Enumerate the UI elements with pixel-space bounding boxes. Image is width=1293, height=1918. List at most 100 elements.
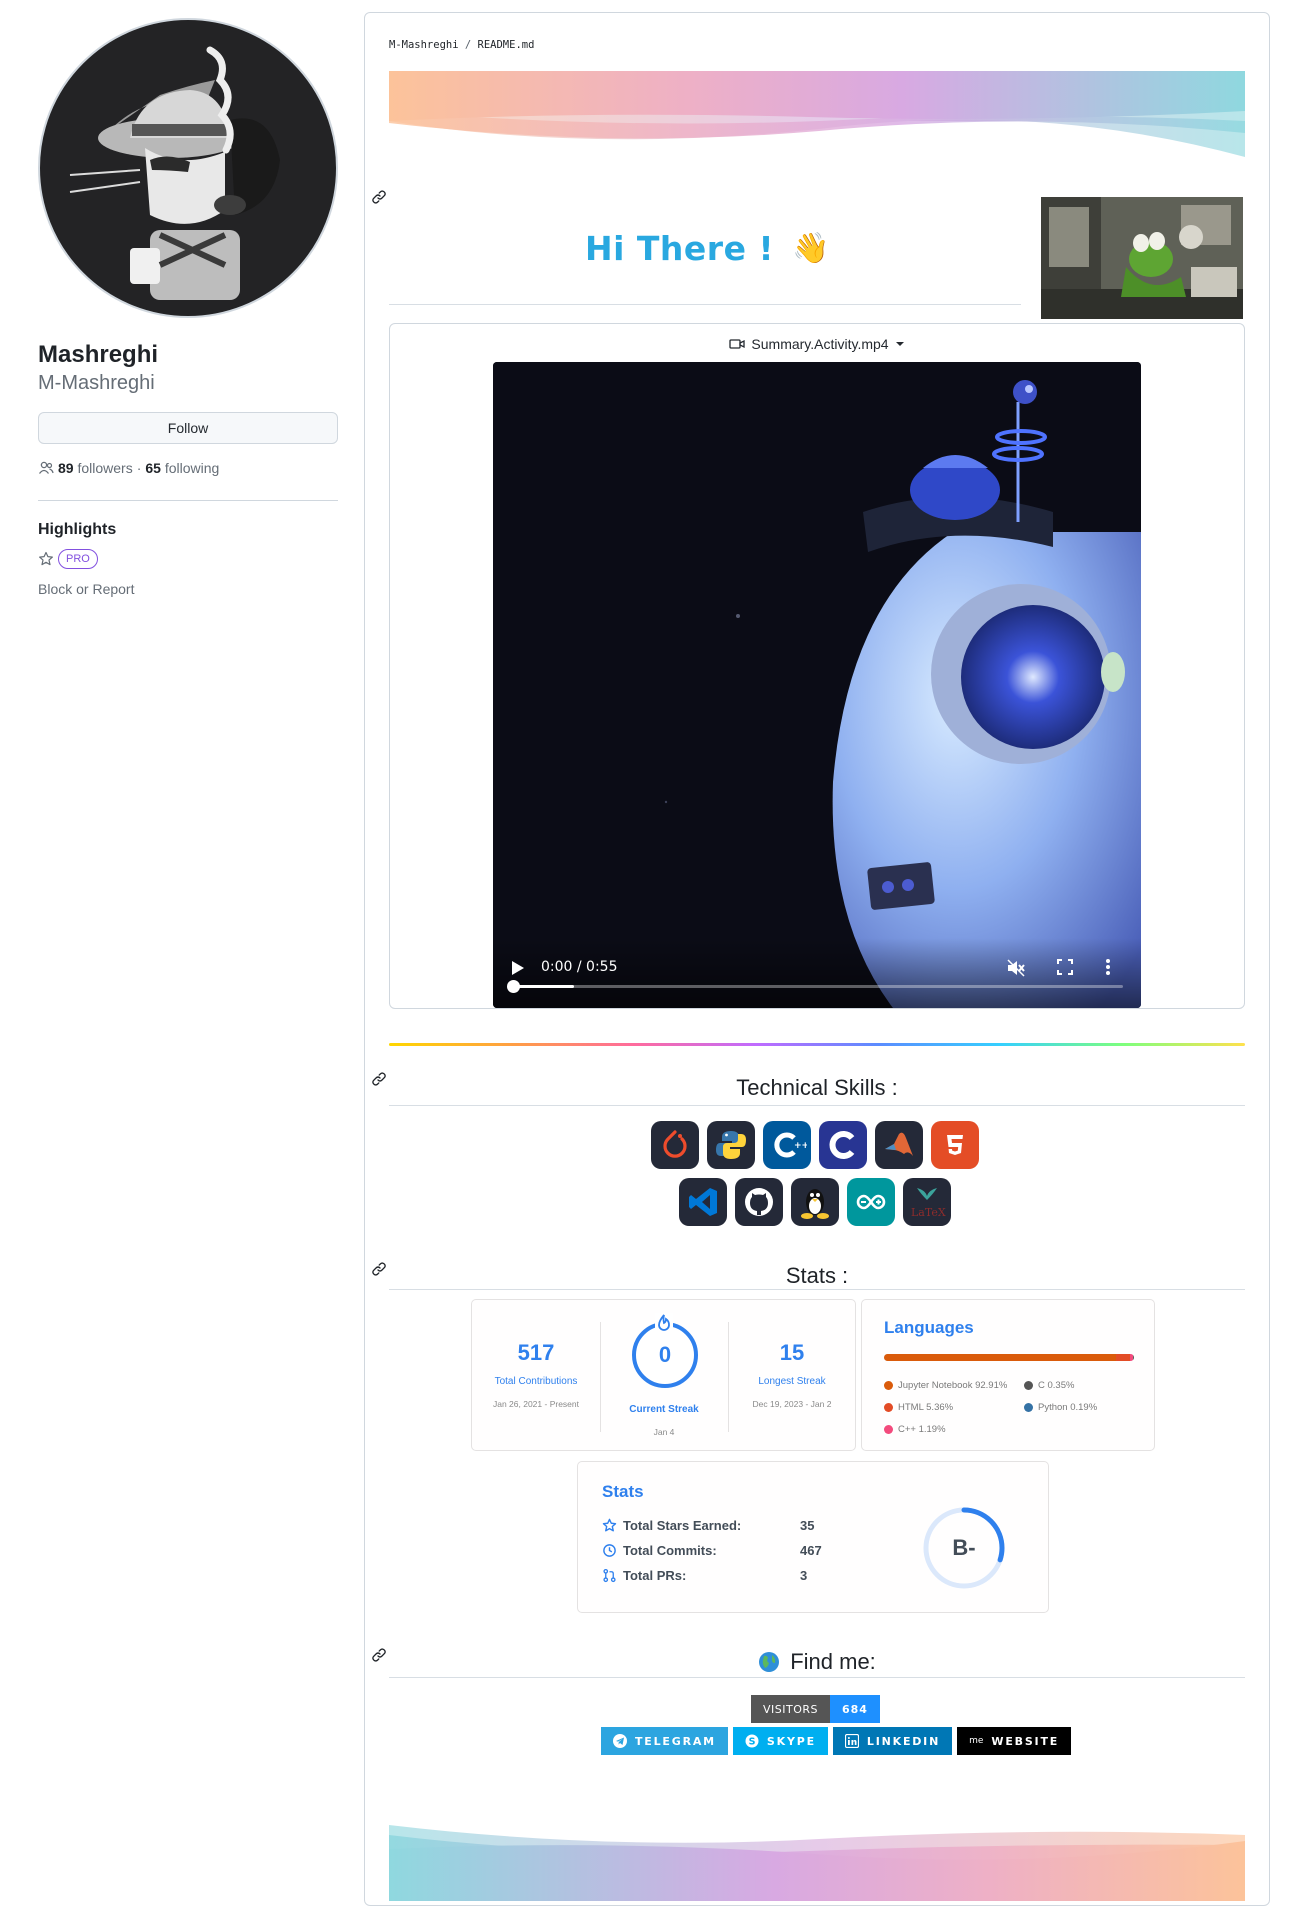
followers-link[interactable]: 89 followers: [58, 460, 133, 476]
linkedin-icon: [844, 1734, 859, 1748]
current-streak-range: Jan 4: [653, 1427, 675, 1437]
longest-streak-col: 15 Longest Streak Dec 19, 2023 - Jan 2: [728, 1300, 856, 1452]
skype-badge[interactable]: S SKYPE: [732, 1727, 828, 1755]
social-links: TELEGRAM S SKYPE LINKEDIN me WEBSITE: [601, 1727, 1072, 1755]
language-item: C++ 1.19%: [884, 1424, 946, 1435]
skype-icon: S: [745, 1734, 759, 1748]
pull-request-icon: [603, 1568, 616, 1583]
languages-title: Languages: [884, 1318, 974, 1337]
breadcrumb: M-Mashreghi / README.md: [389, 39, 534, 51]
block-report-link[interactable]: Block or Report: [38, 581, 340, 597]
avatar[interactable]: [38, 18, 338, 318]
language-label: C 0.35%: [1038, 1380, 1075, 1391]
fullscreen-icon[interactable]: [1057, 959, 1073, 975]
findme-underline: [389, 1677, 1245, 1678]
findme-text: Find me:: [790, 1649, 876, 1674]
language-bar-segment: [884, 1354, 1117, 1361]
play-icon[interactable]: [511, 960, 525, 976]
video-scrubber-handle[interactable]: [507, 980, 520, 993]
commits-label: Total Commits:: [623, 1543, 717, 1558]
longest-streak-value: 15: [779, 1340, 805, 1365]
skype-label: SKYPE: [766, 1734, 816, 1748]
following-link[interactable]: 65 following: [145, 460, 219, 476]
link-icon[interactable]: [371, 1261, 387, 1277]
language-label: Jupyter Notebook 92.91%: [898, 1380, 1008, 1391]
arduino-icon[interactable]: [847, 1178, 895, 1226]
chevron-down-icon: [895, 342, 904, 346]
video-player[interactable]: 0:00 / 0:55: [493, 362, 1141, 1008]
linux-icon[interactable]: [791, 1178, 839, 1226]
globe-icon: [759, 1652, 780, 1672]
svg-text:++: ++: [794, 1141, 807, 1151]
skills-icon-grid: ++ LaTeX: [645, 1121, 985, 1235]
highlights-title: Highlights: [38, 521, 117, 538]
language-dot: [1024, 1403, 1033, 1412]
python-icon[interactable]: [707, 1121, 755, 1169]
telegram-badge[interactable]: TELEGRAM: [601, 1727, 728, 1755]
link-icon[interactable]: [371, 189, 387, 205]
stat-row-stars: Total Stars Earned: 35: [602, 1518, 814, 1533]
svg-text:LaTeX: LaTeX: [911, 1206, 946, 1219]
people-icon: [38, 461, 54, 474]
telegram-icon: [613, 1734, 627, 1748]
skills-underline: [389, 1105, 1245, 1106]
follow-separator: ·: [136, 460, 142, 476]
stars-value: 35: [800, 1518, 815, 1533]
pro-badge: PRO: [58, 549, 98, 569]
breadcrumb-file[interactable]: README.md: [478, 39, 535, 51]
current-streak-col: 0 Current Streak Jan 4: [600, 1300, 728, 1452]
svg-text:S: S: [749, 1737, 758, 1748]
matlab-icon[interactable]: [875, 1121, 923, 1169]
visitors-count: 684: [830, 1695, 880, 1723]
video-player-box: Summary.Activity.mp4 0:00 / 0:55: [389, 323, 1245, 1009]
history-icon: [603, 1544, 616, 1557]
latex-icon[interactable]: LaTeX: [903, 1178, 951, 1226]
fire-icon: [655, 1313, 673, 1333]
language-dot: [884, 1381, 893, 1390]
profile-login: M-Mashreghi: [38, 372, 155, 394]
html5-icon[interactable]: [931, 1121, 979, 1169]
star-icon: [39, 551, 53, 566]
language-dot: [884, 1403, 893, 1412]
waving-hand-icon: 👋: [792, 231, 830, 266]
mute-icon[interactable]: [1006, 958, 1026, 978]
video-progress-bar[interactable]: [507, 980, 1123, 993]
language-item: HTML 5.36%: [884, 1402, 953, 1413]
link-icon[interactable]: [371, 1647, 387, 1663]
total-contributions-value: 517: [517, 1340, 555, 1365]
vscode-icon[interactable]: [679, 1178, 727, 1226]
top-languages-card[interactable]: Languages Jupyter Notebook 92.91% HTML 5…: [861, 1299, 1155, 1451]
linkedin-badge[interactable]: LINKEDIN: [832, 1727, 953, 1755]
current-streak-value: 0: [658, 1342, 672, 1367]
header-wave-banner: [389, 71, 1245, 157]
prs-value: 3: [800, 1568, 808, 1583]
video-file-selector[interactable]: Summary.Activity.mp4: [390, 336, 1244, 352]
stats-heading: Stats :: [785, 1263, 849, 1288]
readme-panel: M-Mashreghi / README.md Hi There ! 👋 Sum…: [364, 12, 1270, 1906]
total-contributions-range: Jan 26, 2021 - Present: [492, 1399, 579, 1409]
video-progress-fill: [513, 985, 574, 988]
total-contributions-label: Total Contributions: [494, 1376, 578, 1387]
link-icon[interactable]: [371, 1071, 387, 1087]
breadcrumb-owner[interactable]: M-Mashreghi: [389, 39, 459, 51]
language-item: Python 0.19%: [1024, 1402, 1097, 1413]
visitors-badge: VISITORS 684: [751, 1695, 880, 1723]
footer-wave-banner: [389, 1825, 1245, 1901]
followers-count: 89: [58, 460, 74, 476]
c-language-icon[interactable]: [819, 1121, 867, 1169]
website-me-logo: me: [969, 1736, 984, 1746]
more-options-icon[interactable]: [1105, 958, 1111, 976]
longest-streak-label: Longest Streak: [758, 1376, 826, 1387]
pytorch-icon[interactable]: [651, 1121, 699, 1169]
profile-name: Mashreghi: [38, 341, 159, 368]
github-stats-card[interactable]: Stats Total Stars Earned: 35 Total Commi…: [577, 1461, 1049, 1613]
follow-button[interactable]: Follow: [38, 412, 338, 444]
greeting-text: Hi There !: [585, 229, 774, 268]
stat-row-commits: Total Commits: 467: [602, 1543, 822, 1558]
cplusplus-icon[interactable]: ++: [763, 1121, 811, 1169]
commits-value: 467: [800, 1543, 822, 1558]
github-icon[interactable]: [735, 1178, 783, 1226]
streak-stats-card[interactable]: 517 Total Contributions Jan 26, 2021 - P…: [471, 1299, 856, 1451]
telegram-label: TELEGRAM: [635, 1734, 716, 1748]
website-badge[interactable]: me WEBSITE: [957, 1727, 1072, 1755]
